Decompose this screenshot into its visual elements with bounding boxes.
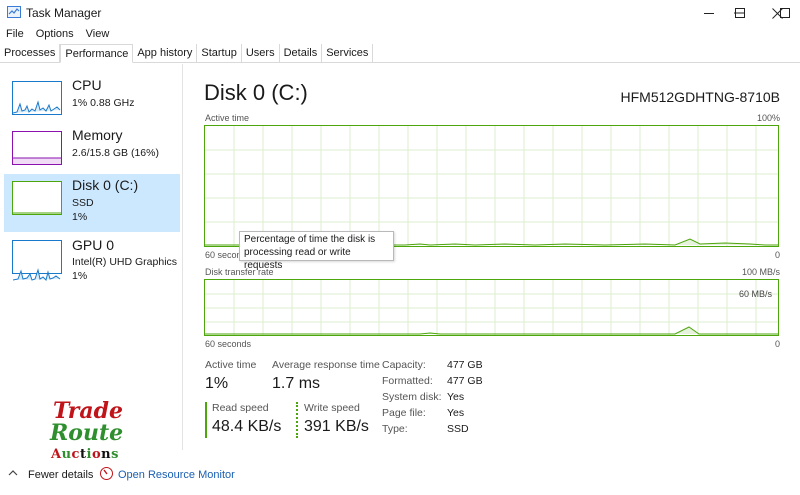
maximize-icon <box>734 8 745 18</box>
read-speed-indicator <box>205 402 207 438</box>
capacity-label: Capacity: <box>382 359 426 371</box>
avg-response-label: Average response time <box>272 359 380 371</box>
fewer-details-button[interactable]: Fewer details <box>28 469 93 481</box>
close-button[interactable] <box>755 0 800 26</box>
sidebar-item-usage: 1% <box>72 270 88 282</box>
title-bar: Task Manager <box>0 0 800 26</box>
sidebar-item-name: CPU <box>72 77 102 93</box>
write-speed-indicator <box>296 402 298 438</box>
resource-sidebar: CPU 1% 0.88 GHz Memory 2.6/15.8 GB (16%)… <box>0 64 183 450</box>
chevron-up-icon[interactable] <box>8 469 18 477</box>
avg-response-value: 1.7 ms <box>272 375 321 392</box>
window-title: Task Manager <box>26 6 102 20</box>
type-label: Type: <box>382 423 408 435</box>
tab-services[interactable]: Services <box>322 44 374 63</box>
sidebar-item-gpu[interactable]: GPU 0 Intel(R) UHD Graphics 1% <box>4 232 180 290</box>
active-time-graph-axis: 60 secon <box>205 250 242 260</box>
trade-route-auctions-logo: Trade Route Auctions <box>40 398 140 464</box>
active-time-label: Active time <box>205 359 257 371</box>
formatted-label: Formatted: <box>382 375 433 387</box>
tab-users[interactable]: Users <box>242 44 280 63</box>
tab-details[interactable]: Details <box>280 44 323 63</box>
tab-startup[interactable]: Startup <box>197 44 242 63</box>
disk-model: HFM512GDHTNG-8710B <box>620 89 781 105</box>
active-time-tooltip: Percentage of time the disk is processin… <box>239 231 394 271</box>
sidebar-item-detail: 2.6/15.8 GB (16%) <box>72 147 159 159</box>
transfer-rate-graph <box>204 279 779 336</box>
logo-line-3: Auctions <box>51 447 119 462</box>
system-disk-label: System disk: <box>382 391 442 403</box>
sidebar-item-usage: 1% <box>72 211 88 223</box>
write-speed-label: Write speed <box>304 402 360 414</box>
tab-performance[interactable]: Performance <box>60 44 134 63</box>
minimize-icon <box>703 13 714 14</box>
page-file-value: Yes <box>447 407 465 419</box>
logo-line-2: Route <box>50 420 124 446</box>
tab-processes[interactable]: Processes <box>0 44 61 63</box>
task-manager-icon <box>7 6 21 18</box>
active-time-value: 1% <box>205 375 229 392</box>
resource-monitor-icon <box>100 467 113 480</box>
capacity-value: 477 GB <box>447 359 483 371</box>
open-resource-monitor-link[interactable]: Open Resource Monitor <box>118 469 235 481</box>
page-file-label: Page file: <box>382 407 426 419</box>
sidebar-item-disk[interactable]: Disk 0 (C:) SSD 1% <box>4 174 180 232</box>
write-speed-value: 391 KB/s <box>304 418 369 435</box>
sidebar-item-detail: SSD <box>72 197 94 209</box>
active-time-graph-min: 0 <box>774 250 780 260</box>
close-icon <box>772 7 783 19</box>
type-value: SSD <box>447 423 469 435</box>
menu-file[interactable]: File <box>0 26 30 44</box>
transfer-rate-graph-max: 100 MB/s <box>741 267 780 277</box>
footer: Fewer details Open Resource Monitor <box>0 462 800 488</box>
gpu-thumbnail-graph <box>12 240 62 281</box>
transfer-rate-graph-axis: 60 seconds <box>205 339 252 349</box>
menu-view[interactable]: View <box>80 26 116 44</box>
transfer-rate-graph-min: 0 <box>774 339 780 349</box>
memory-thumbnail-graph <box>12 131 62 165</box>
sidebar-item-detail: Intel(R) UHD Graphics <box>72 256 178 268</box>
sidebar-item-detail: 1% 0.88 GHz <box>72 97 135 109</box>
tab-bar: Processes Performance App history Startu… <box>0 44 800 63</box>
cpu-thumbnail-graph <box>12 81 62 115</box>
tab-app-history[interactable]: App history <box>133 44 198 63</box>
active-time-graph-max: 100% <box>756 113 780 123</box>
disk-thumbnail-graph <box>12 181 62 215</box>
menu-options[interactable]: Options <box>30 26 80 44</box>
active-time-graph <box>204 125 779 247</box>
formatted-value: 477 GB <box>447 375 483 387</box>
active-time-graph-label: Active time <box>205 113 250 123</box>
transfer-rate-graph-mid: 60 MB/s <box>738 289 772 299</box>
sidebar-item-name: GPU 0 <box>72 237 115 253</box>
read-speed-value: 48.4 KB/s <box>212 418 282 435</box>
sidebar-item-name: Memory <box>72 127 123 143</box>
system-disk-value: Yes <box>447 391 465 403</box>
read-speed-label: Read speed <box>212 402 269 414</box>
page-title: Disk 0 (C:) <box>204 80 308 105</box>
sidebar-item-name: Disk 0 (C:) <box>72 177 139 193</box>
menu-bar: File Options View <box>0 26 115 44</box>
